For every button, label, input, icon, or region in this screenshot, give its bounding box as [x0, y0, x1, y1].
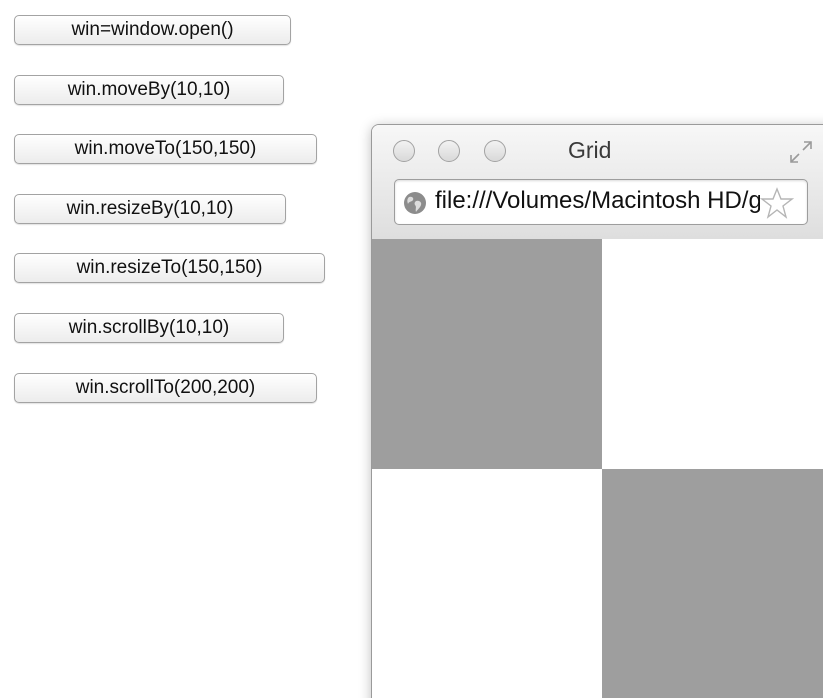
- move-by-button[interactable]: win.moveBy(10,10): [14, 75, 284, 105]
- grid-cell-bottom-right: [602, 469, 823, 698]
- zoom-window-icon[interactable]: [484, 140, 506, 162]
- grid-cell-top-right: [602, 239, 823, 469]
- bookmark-star-icon[interactable]: [760, 186, 794, 220]
- resize-by-button[interactable]: win.resizeBy(10,10): [14, 194, 286, 224]
- url-text[interactable]: file:///Volumes/Macintosh HD/grid.html: [435, 187, 760, 215]
- scroll-by-button[interactable]: win.scrollBy(10,10): [14, 313, 284, 343]
- grid-page-content: [372, 239, 823, 698]
- window-open-button[interactable]: win=window.open(): [14, 15, 291, 45]
- grid-cell-top-left: [372, 239, 602, 469]
- title-bar[interactable]: Grid file:///Volumes/Macintosh HD/grid.h…: [372, 125, 823, 240]
- resize-to-button[interactable]: win.resizeTo(150,150): [14, 253, 325, 283]
- page: win=window.open() win.moveBy(10,10) win.…: [0, 0, 823, 698]
- fullscreen-icon[interactable]: [787, 138, 815, 166]
- address-bar[interactable]: file:///Volumes/Macintosh HD/grid.html: [394, 179, 808, 225]
- popup-window: Grid file:///Volumes/Macintosh HD/grid.h…: [371, 124, 823, 698]
- close-window-icon[interactable]: [393, 140, 415, 162]
- globe-icon: [404, 192, 426, 214]
- scroll-to-button[interactable]: win.scrollTo(200,200): [14, 373, 317, 403]
- window-title: Grid: [568, 137, 612, 163]
- grid-cell-bottom-left: [372, 469, 602, 698]
- move-to-button[interactable]: win.moveTo(150,150): [14, 134, 317, 164]
- minimize-window-icon[interactable]: [438, 140, 460, 162]
